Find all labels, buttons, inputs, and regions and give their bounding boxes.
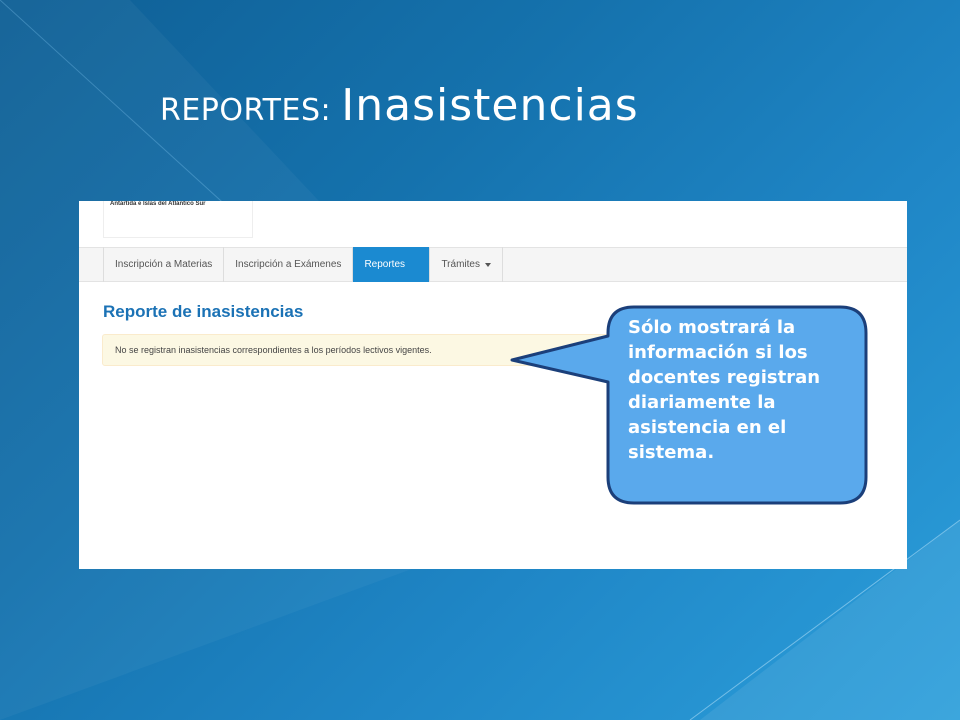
nav-menu: Inscripción a Materias Inscripción a Exá…: [103, 247, 503, 282]
nav-item-label: Reportes: [364, 259, 406, 270]
page-heading: Reporte de inasistencias: [103, 302, 304, 321]
main-navbar: Inscripción a Materias Inscripción a Exá…: [79, 247, 907, 282]
nav-item-label: Trámites: [441, 259, 480, 270]
nav-item-inscripcion-examenes[interactable]: Inscripción a Exámenes: [224, 247, 354, 282]
nav-item-reportes[interactable]: Reportes: [353, 247, 431, 282]
logo[interactable]: Antártida e Islas del Atlántico Sur: [103, 201, 253, 238]
callout-text: Sólo mostrará la información si los doce…: [628, 317, 821, 463]
nav-item-tramites[interactable]: Trámites: [430, 247, 503, 282]
nav-item-label: Inscripción a Materias: [115, 259, 213, 270]
slide-title-prefix: REPORTES:: [160, 93, 332, 128]
slide-title: REPORTES: Inasistencias: [160, 84, 639, 128]
nav-item-inscripcion-materias[interactable]: Inscripción a Materias: [104, 247, 225, 282]
caret-down-icon: [484, 262, 491, 267]
nav-item-label: Inscripción a Exámenes: [235, 259, 342, 270]
alert-message: No se registran inasistencias correspond…: [115, 345, 432, 355]
slide-title-main: Inasistencias: [341, 80, 639, 131]
logo-text: Antártida e Islas del Atlántico Sur: [110, 201, 206, 207]
